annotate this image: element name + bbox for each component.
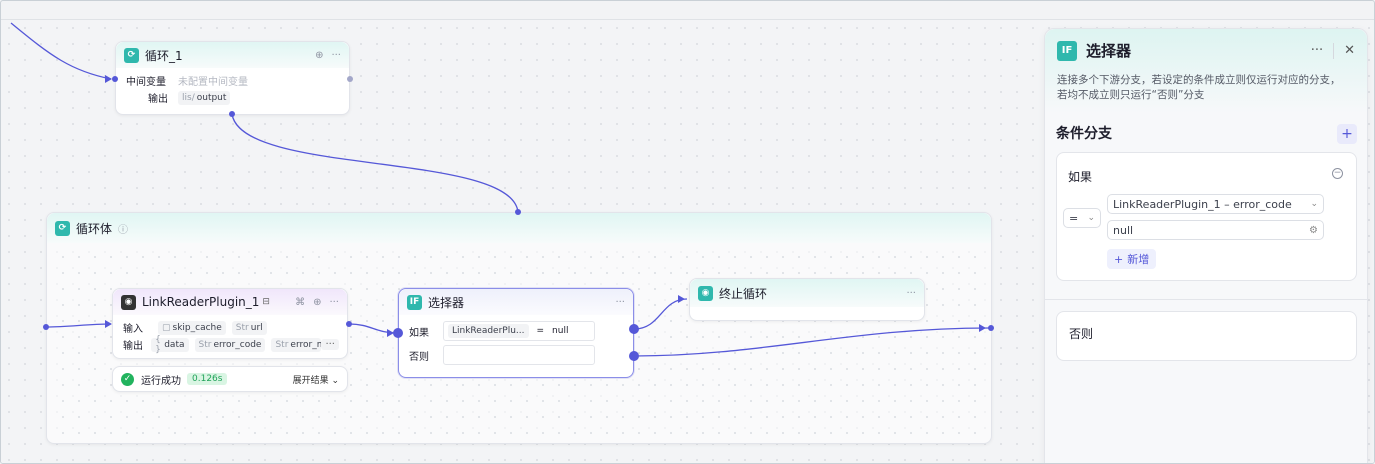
loop-body-start-port[interactable] (43, 324, 49, 330)
plugin-node[interactable]: ◉ LinkReaderPlugin_1 ⊟ ⌘ ⊕ ··· 输入 ▢ skip_… (112, 288, 348, 359)
more-icon[interactable]: ··· (1311, 43, 1323, 58)
plugin-node-title: LinkReaderPlugin_1 (142, 295, 260, 309)
more-icon[interactable]: ··· (906, 288, 916, 299)
loop-body-input-port[interactable] (515, 209, 521, 215)
divider (1333, 42, 1335, 59)
panel-title: 选择器 (1086, 42, 1132, 60)
plugin-output-port[interactable] (346, 321, 352, 327)
settings-icon[interactable]: ⊕ (315, 50, 323, 61)
more-icon[interactable]: ··· (329, 297, 339, 308)
success-icon: ✓ (121, 372, 134, 386)
if-label: 如果 (1068, 170, 1093, 184)
loop-node-output-port[interactable] (347, 76, 353, 82)
end-loop-header: ◉ 终止循环 ··· (690, 279, 924, 307)
plus-icon: + (1114, 252, 1124, 266)
plugin-input-row: 输入 ▢ skip_cache Str url (113, 319, 347, 336)
if-branch-card: 如果 − = ⌄ LinkReaderPlugin_1 – error_code… (1056, 152, 1357, 281)
section-title: 条件分支 (1056, 126, 1112, 142)
else-branch-card: 否则 (1056, 311, 1357, 361)
plugin-node-header: ◉ LinkReaderPlugin_1 ⊟ ⌘ ⊕ ··· (113, 289, 347, 315)
close-icon[interactable]: ✕ (1344, 43, 1355, 58)
panel-description: 连接多个下游分支，若设定的条件成立则仅运行对应的分支， 若均不成立则只运行“否则… (1057, 74, 1341, 101)
loop-node-input-port[interactable] (112, 76, 118, 82)
loop-variable-row: 中间变量 未配置中间变量 (126, 77, 248, 88)
else-box[interactable] (443, 345, 595, 365)
add-branch-button[interactable]: + (1337, 124, 1357, 144)
value-input[interactable]: null ⚙ (1107, 220, 1324, 240)
gear-icon[interactable]: ⚙ (1309, 225, 1318, 236)
input-tag: ▢ skip_cache (158, 320, 226, 335)
plugin-output-row: 输出 { }data Strerror_code Strerror_msg ··… (113, 335, 347, 355)
more-icon[interactable]: ··· (615, 297, 625, 308)
divider (1045, 299, 1367, 300)
loop-body-title: 循环体 (76, 221, 113, 236)
app-frame: ⟳ 循环体 ⓘ ⟳ 循环_1 ⊕ ··· 中间变量 未配置中间变量 输出 lis… (0, 0, 1375, 464)
stop-icon: ◉ (698, 285, 713, 301)
loop-icon: ⟳ (55, 220, 70, 236)
selector-node-title: 选择器 (428, 295, 465, 310)
condition-box[interactable]: LinkReaderPlu... = null (443, 321, 595, 341)
panel-header: IF 选择器 ··· ✕ 连接多个下游分支，若设定的条件成立则仅运行对应的分支，… (1045, 29, 1367, 113)
input-tag: Str url (231, 320, 267, 335)
chevron-down-icon: ⌄ (1310, 199, 1318, 209)
end-loop-node[interactable]: ◉ 终止循环 ··· (689, 278, 925, 321)
selector-if-port[interactable] (629, 324, 639, 334)
output-tag: Str error_code (194, 337, 266, 352)
loop-node-title: 循环_1 (145, 48, 183, 63)
loop-node[interactable]: ⟳ 循环_1 ⊕ ··· 中间变量 未配置中间变量 输出 lis/output (115, 41, 350, 115)
selector-else-row: 否则 (399, 345, 633, 365)
add-condition-button[interactable]: + 新增 (1107, 249, 1157, 269)
loop-node-header: ⟳ 循环_1 ⊕ ··· (116, 42, 349, 68)
chevron-down-icon: ⌄ (1087, 213, 1095, 223)
debug-icon[interactable]: ⊟ (262, 297, 270, 307)
loop-body-end-port[interactable] (988, 325, 994, 331)
selector-if-row: 如果 LinkReaderPlu... = null (399, 321, 633, 341)
if-icon: IF (407, 294, 422, 310)
end-loop-title: 终止循环 (719, 286, 768, 301)
status-text: 运行成功 (141, 375, 181, 387)
selector-input-port[interactable] (393, 328, 403, 338)
operator-select[interactable]: = ⌄ (1063, 208, 1101, 228)
selector-else-port[interactable] (629, 351, 639, 361)
status-time-badge: 0.126s (187, 373, 228, 385)
more-icon[interactable]: ··· (331, 50, 341, 61)
loop-body-header: ⟳ 循环体 ⓘ (47, 213, 991, 243)
selector-node-header: IF 选择器 ··· (399, 289, 633, 315)
info-icon[interactable]: ⓘ (118, 221, 128, 236)
more-outputs-button[interactable]: ··· (321, 339, 339, 350)
loop-node-body-port[interactable] (229, 111, 235, 117)
loop-output-row: 输出 lis/output (116, 89, 349, 106)
output-tag: { } data (151, 335, 189, 355)
expand-result-button[interactable]: 展开结果 ⌄ (293, 373, 339, 386)
settings-icon[interactable]: ⊕ (313, 297, 321, 308)
output-tag: Strerror_msg (271, 337, 322, 352)
remove-branch-icon[interactable]: − (1332, 168, 1343, 179)
if-icon: IF (1057, 40, 1077, 61)
selector-config-panel: IF 选择器 ··· ✕ 连接多个下游分支，若设定的条件成立则仅运行对应的分支，… (1044, 28, 1368, 463)
link-icon[interactable]: ⌘ (295, 297, 305, 308)
output-tag: lis/output (178, 90, 231, 105)
selector-node[interactable]: IF 选择器 ··· 如果 LinkReaderPlu... = null 否则 (398, 288, 634, 378)
else-label: 否则 (1069, 327, 1094, 341)
plugin-icon: ◉ (121, 294, 136, 310)
variable-select[interactable]: LinkReaderPlugin_1 – error_code ⌄ (1107, 194, 1324, 214)
chevron-down-icon: ⌄ (331, 375, 339, 386)
loop-icon: ⟳ (124, 47, 139, 63)
run-status-bar[interactable]: ✓ 运行成功 0.126s 展开结果 ⌄ (112, 366, 348, 392)
